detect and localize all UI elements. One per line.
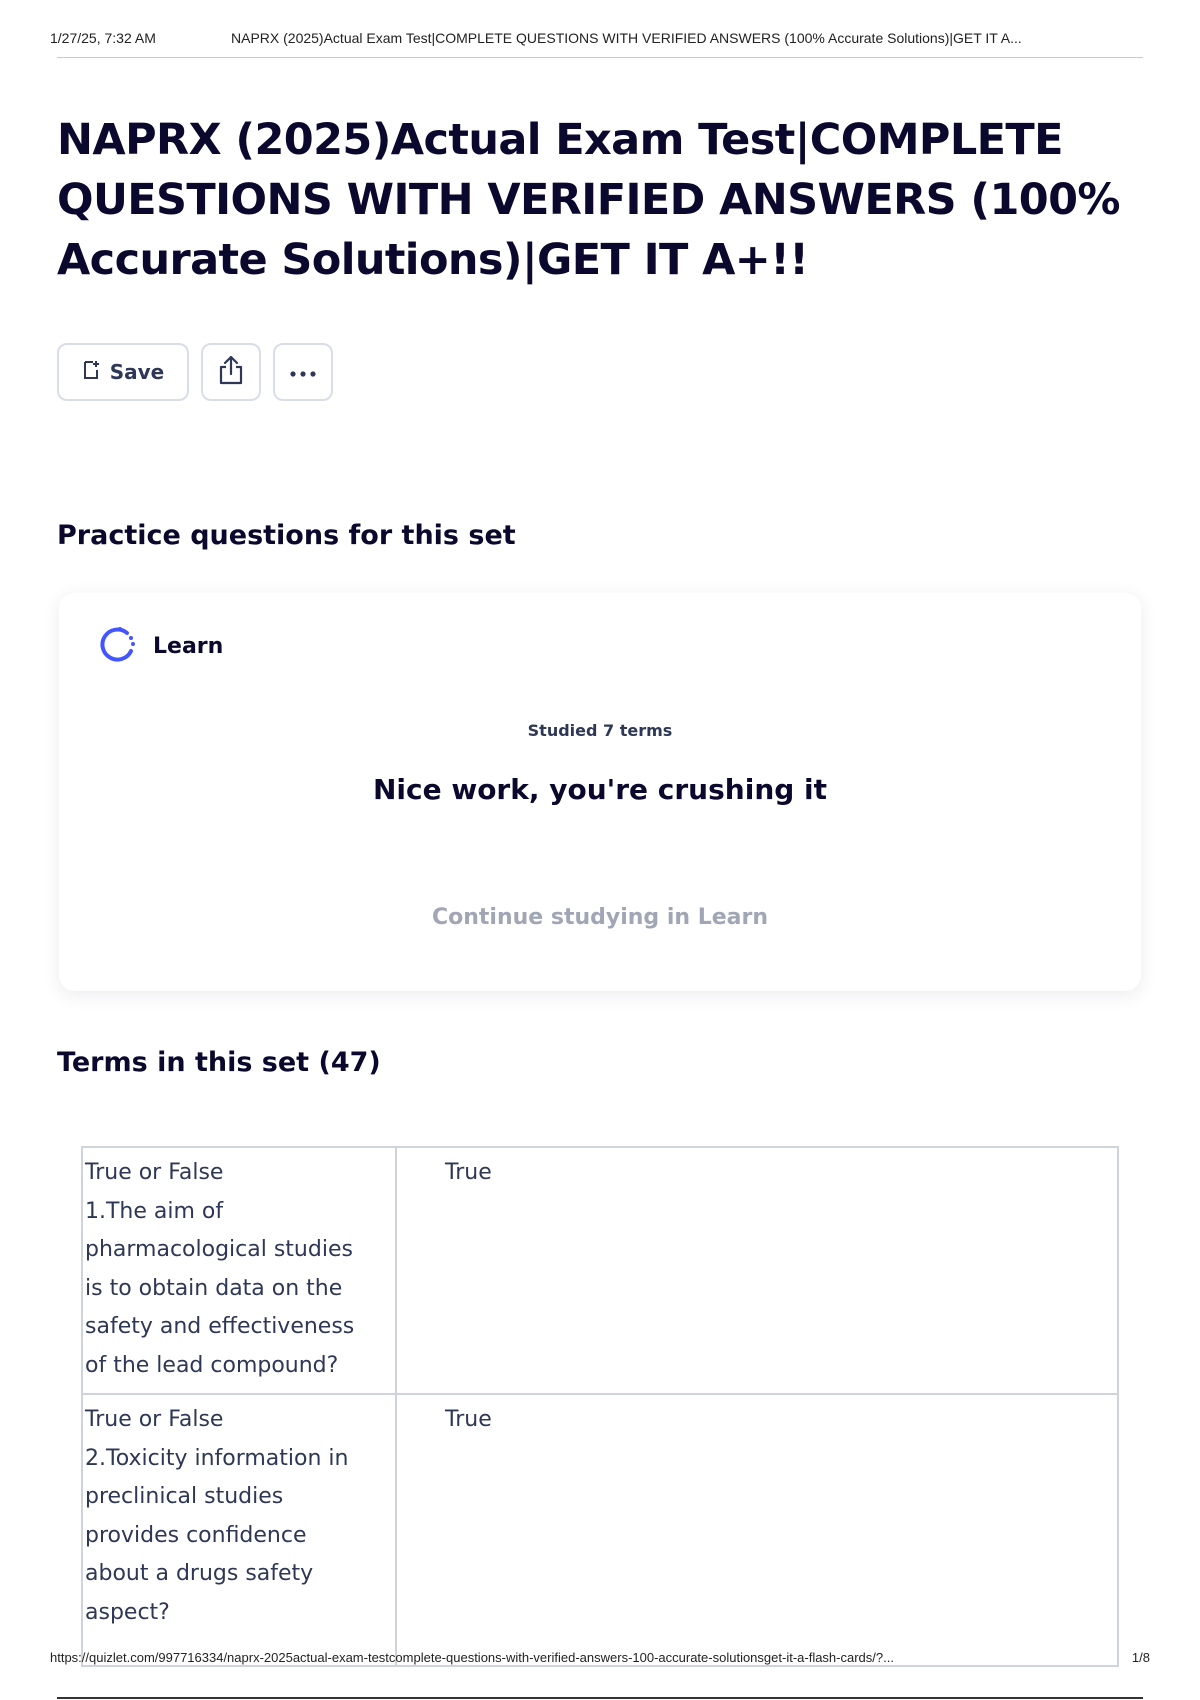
print-datetime: 1/27/25, 7:32 AM [50, 30, 156, 46]
definition-cell: True [395, 1393, 1119, 1667]
learn-label: Learn [153, 633, 224, 659]
continue-learn-link[interactable]: Continue studying in Learn [59, 905, 1141, 930]
definition-cell: True [395, 1146, 1119, 1395]
save-button[interactable]: Save [57, 343, 189, 401]
term-line: safety and effectiveness [85, 1314, 355, 1339]
term-line: of the lead compound? [85, 1352, 339, 1378]
page-number: 1/8 [1131, 1650, 1150, 1665]
share-button[interactable] [201, 343, 261, 401]
term-line: 2.Toxicity information in [85, 1445, 349, 1471]
print-footer: https://quizlet.com/997716334/naprx-2025… [50, 1650, 1150, 1670]
term-line: is to obtain data on the [85, 1275, 343, 1301]
terms-heading: Terms in this set (47) [57, 1047, 381, 1078]
term-line: True or False [85, 1160, 224, 1185]
more-dots-icon [289, 363, 317, 382]
term-line: pharmacological studies [85, 1237, 353, 1262]
term-line: aspect? [85, 1599, 170, 1625]
studied-count: Studied 7 terms [527, 721, 673, 740]
more-options-button[interactable] [273, 343, 333, 401]
term-line: provides confidence [85, 1522, 307, 1548]
page-title: NAPRX (2025)Actual Exam Test|COMPLETE QU… [57, 115, 1121, 285]
learn-icon [97, 623, 139, 669]
save-label: Save [109, 360, 165, 384]
term-line: True or False [85, 1407, 224, 1432]
print-url: https://quizlet.com/997716334/naprx-2025… [50, 1650, 894, 1665]
table-row: True or False 1.The aim of pharmacologic… [81, 1146, 1119, 1395]
table-row: True or False 2.Toxicity information in … [81, 1393, 1119, 1667]
header-divider [57, 57, 1143, 58]
term-cell: True or False 1.The aim of pharmacologic… [81, 1146, 397, 1395]
practice-heading: Practice questions for this set [57, 520, 516, 551]
learn-header[interactable]: Learn [97, 623, 223, 669]
terms-table: True or False 1.The aim of pharmacologic… [81, 1146, 1119, 1667]
share-icon [218, 355, 244, 389]
term-line: 1.The aim of [85, 1198, 224, 1224]
footer-divider [57, 1697, 1143, 1699]
save-icon [82, 360, 100, 384]
print-title: NAPRX (2025)Actual Exam Test|COMPLETE QU… [231, 30, 1022, 46]
progress-message: Nice work, you're crushing it [372, 773, 828, 806]
term-cell: True or False 2.Toxicity information in … [81, 1393, 397, 1667]
term-line: about a drugs safety [85, 1561, 314, 1586]
print-header: 1/27/25, 7:32 AM NAPRX (2025)Actual Exam… [50, 30, 1150, 50]
term-line: preclinical studies [85, 1484, 284, 1509]
learn-card: Learn Studied 7 terms Nice work, you're … [59, 593, 1141, 991]
